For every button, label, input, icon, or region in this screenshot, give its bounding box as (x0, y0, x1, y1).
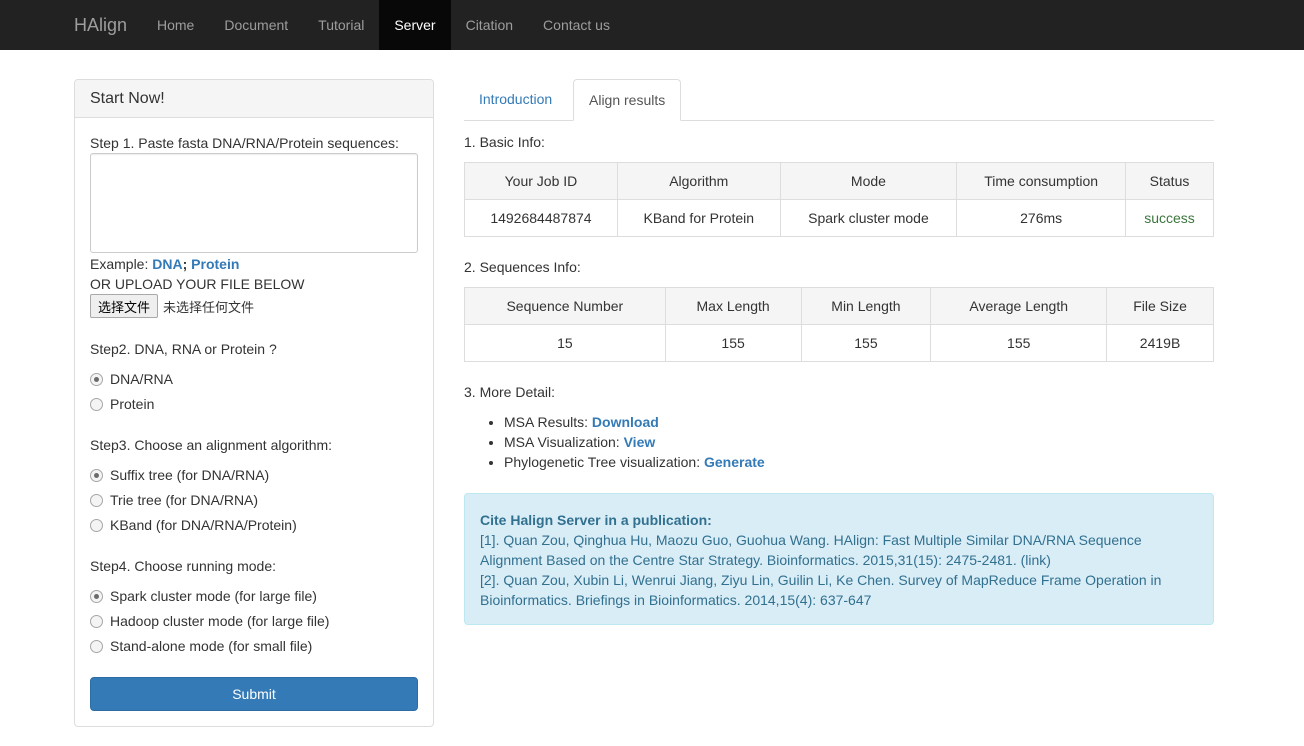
radio-label: Suffix tree (for DNA/RNA) (110, 467, 270, 483)
table-row: 15 155 155 155 2419B (464, 324, 1214, 362)
job-id-cell: 1492684487874 (464, 199, 618, 237)
more-detail-title: 3. More Detail: (464, 384, 556, 400)
list-item: MSA Results: Download (504, 412, 765, 432)
citation-box: Cite Halign Server in a publication: [1]… (464, 493, 1214, 625)
result-tabs: Introduction Align results (464, 79, 1214, 121)
example-separator: ; (182, 256, 188, 272)
radio-trie-tree[interactable]: Trie tree (for DNA/RNA) (90, 492, 258, 508)
table-header: Min Length (800, 287, 932, 325)
upload-label: OR UPLOAD YOUR FILE BELOW (90, 276, 305, 292)
sequences-info-table: Sequence Number Max Length Min Length Av… (464, 287, 1214, 362)
radio-kband[interactable]: KBand (for DNA/RNA/Protein) (90, 517, 297, 533)
example-dna-link[interactable]: DNA (152, 256, 182, 272)
tab-introduction[interactable]: Introduction (464, 79, 567, 121)
table-header: Your Job ID (464, 162, 618, 200)
table-header-row: Sequence Number Max Length Min Length Av… (464, 287, 1214, 325)
nav-item-home[interactable]: Home (142, 0, 209, 50)
nav-item-citation[interactable]: Citation (451, 0, 528, 50)
generate-link[interactable]: Generate (704, 454, 765, 470)
detail-list: MSA Results: Download MSA Visualization:… (464, 412, 765, 472)
average-length-cell: 155 (930, 324, 1108, 362)
step4-label: Step4. Choose running mode: (90, 558, 277, 574)
download-link[interactable]: Download (592, 414, 659, 430)
step2-label: Step2. DNA, RNA or Protein ? (90, 341, 277, 357)
citation-ref1-line2: Alignment Based on the Centre Star Strat… (480, 552, 1051, 568)
table-header: Max Length (664, 287, 802, 325)
nav-item-contact[interactable]: Contact us (528, 0, 625, 50)
sequences-info-title: 2. Sequences Info: (464, 259, 581, 275)
example-protein-link[interactable]: Protein (191, 256, 239, 272)
algorithm-cell: KBand for Protein (616, 199, 781, 237)
view-link[interactable]: View (624, 434, 656, 450)
radio-spark-mode[interactable]: Spark cluster mode (for large file) (90, 588, 317, 604)
max-length-cell: 155 (664, 324, 802, 362)
list-item: Phylogenetic Tree visualization: Generat… (504, 452, 765, 472)
nav-menu: Home Document Tutorial Server Citation C… (142, 0, 625, 50)
step1-label: Step 1. Paste fasta DNA/RNA/Protein sequ… (90, 135, 399, 151)
msa-visualization-label: MSA Visualization: (504, 434, 620, 450)
submit-button[interactable]: Submit (90, 677, 418, 711)
radio-button[interactable] (90, 372, 103, 386)
example-prefix: Example: (90, 256, 149, 272)
table-header: Algorithm (616, 162, 781, 200)
tab-align-results[interactable]: Align results (573, 79, 682, 121)
radio-button[interactable] (90, 397, 103, 411)
example-line: Example: DNA; Protein (90, 256, 239, 272)
radio-dna-rna[interactable]: DNA/RNA (90, 371, 173, 387)
brand-logo[interactable]: HAlign (74, 0, 127, 50)
radio-button[interactable] (90, 468, 103, 482)
radio-button[interactable] (90, 589, 103, 603)
radio-button[interactable] (90, 639, 103, 653)
radio-button[interactable] (90, 518, 103, 532)
radio-label: DNA/RNA (110, 371, 174, 387)
radio-hadoop-mode[interactable]: Hadoop cluster mode (for large file) (90, 613, 329, 629)
radio-label: Protein (110, 396, 155, 412)
basic-info-title: 1. Basic Info: (464, 134, 545, 150)
radio-label: Stand-alone mode (for small file) (110, 638, 313, 654)
table-row: 1492684487874 KBand for Protein Spark cl… (464, 199, 1214, 237)
sequence-textarea[interactable] (90, 153, 418, 253)
radio-label: Trie tree (for DNA/RNA) (110, 492, 259, 508)
basic-info-table: Your Job ID Algorithm Mode Time consumpt… (464, 162, 1214, 237)
nav-item-server[interactable]: Server (379, 0, 451, 50)
table-header: Status (1125, 162, 1214, 200)
file-upload: 选择文件 未选择任何文件 (90, 294, 254, 318)
file-size-cell: 2419B (1106, 324, 1214, 362)
citation-ref2-line1: [2]. Quan Zou, Xubin Li, Wenrui Jiang, Z… (480, 572, 1162, 588)
radio-label: KBand (for DNA/RNA/Protein) (110, 517, 297, 533)
radio-button[interactable] (90, 493, 103, 507)
table-header-row: Your Job ID Algorithm Mode Time consumpt… (464, 162, 1214, 200)
table-header: Average Length (930, 287, 1108, 325)
time-cell: 276ms (956, 199, 1127, 237)
msa-results-label: MSA Results: (504, 414, 589, 430)
mode-cell: Spark cluster mode (779, 199, 958, 237)
sequence-number-cell: 15 (464, 324, 666, 362)
start-panel: Start Now! Step 1. Paste fasta DNA/RNA/P… (74, 79, 434, 727)
file-status: 未选择任何文件 (163, 300, 255, 316)
radio-protein[interactable]: Protein (90, 396, 154, 412)
list-item: MSA Visualization: View (504, 432, 765, 452)
phylo-tree-label: Phylogenetic Tree visualization: (504, 454, 701, 470)
radio-suffix-tree[interactable]: Suffix tree (for DNA/RNA) (90, 467, 269, 483)
citation-title: Cite Halign Server in a publication: (480, 512, 712, 528)
status-badge: success (1125, 199, 1214, 237)
navbar: HAlign Home Document Tutorial Server Cit… (0, 0, 1304, 50)
nav-item-tutorial[interactable]: Tutorial (303, 0, 379, 50)
table-header: Mode (779, 162, 958, 200)
table-header: Sequence Number (464, 287, 666, 325)
radio-standalone-mode[interactable]: Stand-alone mode (for small file) (90, 638, 312, 654)
table-header: Time consumption (956, 162, 1127, 200)
radio-label: Spark cluster mode (for large file) (110, 588, 317, 604)
radio-label: Hadoop cluster mode (for large file) (110, 613, 330, 629)
choose-file-button[interactable]: 选择文件 (90, 294, 159, 318)
min-length-cell: 155 (800, 324, 932, 362)
panel-heading: Start Now! (75, 80, 433, 118)
radio-button[interactable] (90, 614, 103, 628)
table-header: File Size (1106, 287, 1214, 325)
citation-ref2-line2: Bioinformatics. Briefings in Bioinformat… (480, 592, 872, 608)
nav-item-document[interactable]: Document (209, 0, 303, 50)
step3-label: Step3. Choose an alignment algorithm: (90, 437, 333, 453)
citation-ref1-line1: [1]. Quan Zou, Qinghua Hu, Maozu Guo, Gu… (480, 532, 1142, 548)
